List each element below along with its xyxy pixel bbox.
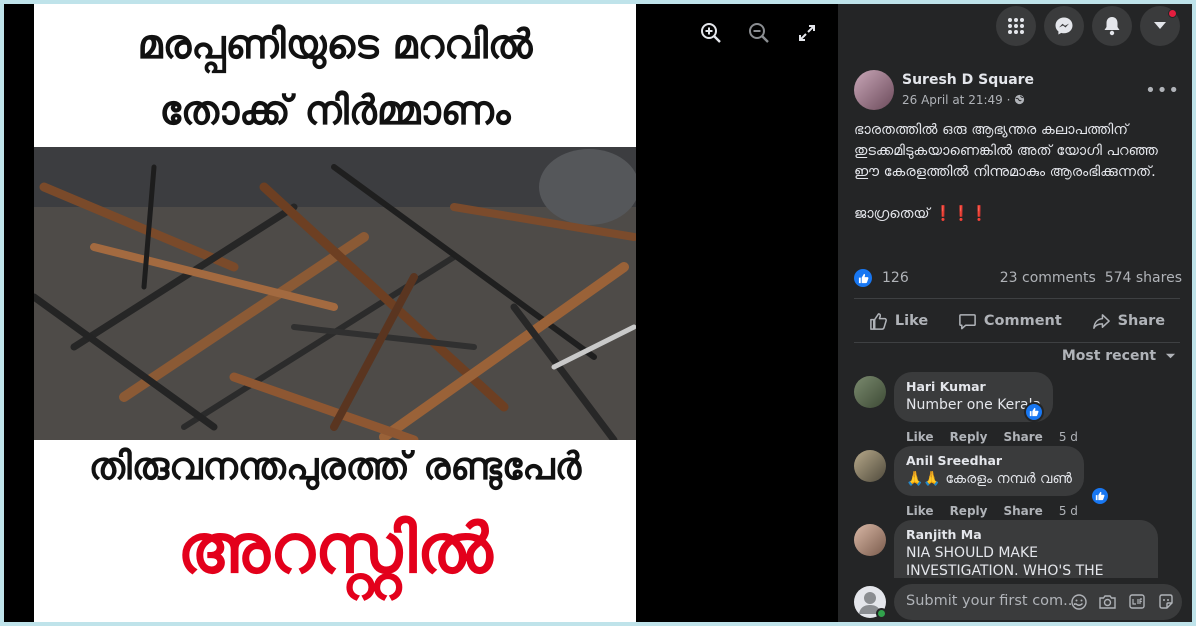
poster-line-2: തോക്ക് നിർമ്മാണം [159,88,511,134]
divider [854,342,1180,343]
poster-line-1: മരപ്പണിയുടെ മറവിൽ [137,22,533,68]
comments-list: Hari Kumar Number one Kerala Like Reply … [854,372,1180,578]
post-paragraph-2: ജാഗ്രതെയ് ❗❗❗ [854,206,989,222]
comment-reply-link[interactable]: Reply [950,504,988,518]
post-timestamp[interactable]: 26 April at 21:49 · [902,93,1025,107]
chevron-down-icon [1165,353,1176,359]
comment-like-link[interactable]: Like [906,430,934,444]
timestamp-text[interactable]: 26 April at 21:49 · [902,93,1010,107]
comment-bubble: Anil Sreedhar 🙏🙏 കേരളം നമ്പർ വൺ [894,446,1084,496]
fullscreen-icon[interactable] [794,20,820,46]
comment-label: Comment [983,313,1062,329]
comment-time[interactable]: 5 d [1059,504,1078,518]
comment-like-reaction-icon[interactable] [1024,402,1044,422]
commenter-avatar[interactable] [854,524,886,556]
like-button[interactable]: Like [869,312,928,331]
comment-time[interactable]: 5 d [1059,430,1078,444]
emoji-icon[interactable] [1070,593,1087,610]
share-label: Share [1117,313,1166,329]
post-side-panel: Suresh D Square 26 April at 21:49 · ••• … [838,4,1192,622]
menu-grid-icon[interactable] [996,6,1036,46]
notifications-bell-icon[interactable] [1092,6,1132,46]
post-stats: 126 23 comments 574 shares [854,268,1182,290]
camera-icon[interactable] [1099,593,1116,610]
viewer-toolbar [698,20,820,46]
photo-viewer: മരപ്പണിയുടെ മറവിൽ തോക്ക് നിർമ്മാണം തിരുവ… [4,4,838,622]
post-body: ഭാരതത്തിൽ ഒരു ആഭ്യന്തര കലാപത്തിന് തുടക്ക… [854,120,1180,246]
comment-bubble-icon [959,313,976,329]
comment-item: Anil Sreedhar 🙏🙏 കേരളം നമ്പർ വൺ Like Rep… [854,446,1180,520]
sort-label: Most recent [1061,348,1157,364]
zoom-out-icon[interactable] [746,20,772,46]
guns-pile-illustration [34,147,636,440]
share-arrow-icon [1092,313,1110,329]
like-reaction-icon[interactable] [854,269,872,287]
divider [854,298,1180,299]
globe-icon [1015,94,1025,105]
reactions-count[interactable]: 126 [882,270,909,286]
author-avatar[interactable] [854,70,894,110]
news-poster-image: മരപ്പണിയുടെ മറവിൽ തോക്ക് നിർമ്മാണം തിരുവ… [34,4,636,622]
online-status-dot [876,608,887,619]
comments-sort-dropdown[interactable]: Most recent [1062,348,1176,364]
post-actions: Like Comment Share [854,306,1180,336]
app-frame: മരപ്പണിയുടെ മറവിൽ തോക്ക് നിർമ്മാണം തിരുവ… [4,4,1192,622]
comment-actions: Like Reply Share 5 d [906,504,1078,518]
commenter-name[interactable]: Anil Sreedhar [906,453,1072,468]
comment-bubble: Ranjith Ma NIA SHOULD MAKE INVESTIGATION… [894,520,1158,578]
commenter-avatar[interactable] [854,376,886,408]
author-name[interactable]: Suresh D Square [902,72,1034,88]
comment-text: Number one Kerala [906,397,1042,413]
comment-actions: Like Reply Share 5 d [906,430,1078,444]
comment-placeholder: Submit your first com... [906,593,1077,609]
comment-text: 🙏🙏 കേരളം നമ്പർ വൺ [906,471,1072,487]
poster-headline: അറസ്റ്റിൽ [177,510,493,589]
guns-photo [34,147,636,440]
poster-line-3: തിരുവനന്തപുരത്ത് രണ്ടുപേർ [88,444,582,488]
top-bar [838,4,1192,48]
comment-text: NIA SHOULD MAKE INVESTIGATION. WHO'S THE [906,545,1104,578]
account-caret-icon[interactable] [1140,6,1180,46]
commenter-name[interactable]: Ranjith Ma [906,527,1146,542]
zoom-in-icon[interactable] [698,20,724,46]
thumbs-up-icon [869,312,887,330]
sticker-icon[interactable] [1157,593,1174,610]
comment-item: Hari Kumar Number one Kerala Like Reply … [854,372,1180,446]
comment-like-link[interactable]: Like [906,504,934,518]
comment-button[interactable]: Comment [958,312,1062,331]
comment-composer: Submit your first com... [854,584,1182,620]
gif-icon[interactable] [1128,593,1145,610]
post-header: Suresh D Square 26 April at 21:49 · ••• [854,70,1180,112]
like-label: Like [894,313,929,329]
comments-count[interactable]: 23 comments [1000,270,1096,286]
commenter-name[interactable]: Hari Kumar [906,379,1041,394]
notification-dot [1168,9,1177,18]
post-options-icon[interactable]: ••• [1145,80,1180,101]
comment-share-link[interactable]: Share [1003,430,1042,444]
commenter-avatar[interactable] [854,450,886,482]
comment-reply-link[interactable]: Reply [950,430,988,444]
comment-input[interactable]: Submit your first com... [894,584,1182,620]
comment-like-reaction-icon[interactable] [1090,486,1110,506]
share-button[interactable]: Share [1092,312,1166,331]
post-paragraph-1: ഭാരതത്തിൽ ഒരു ആഭ്യന്തര കലാപത്തിന് തുടക്ക… [854,122,1158,180]
comment-item: Ranjith Ma NIA SHOULD MAKE INVESTIGATION… [854,520,1180,578]
comment-share-link[interactable]: Share [1003,504,1042,518]
messenger-icon[interactable] [1044,6,1084,46]
shares-count[interactable]: 574 shares [1105,270,1182,286]
